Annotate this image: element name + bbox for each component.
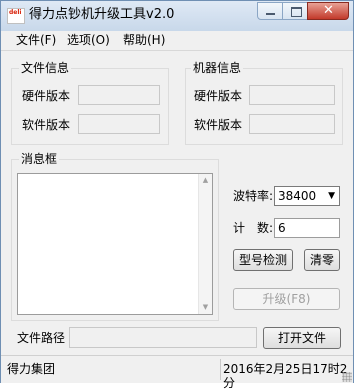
count-value: 6 (278, 221, 286, 235)
message-scrollbar[interactable]: ▲ ▼ (198, 174, 212, 314)
machine-software-field (249, 114, 335, 134)
message-title: 消息框 (19, 152, 60, 166)
minimize-icon (266, 13, 275, 15)
machine-hardware-label: 硬件版本 (194, 89, 243, 103)
baud-select[interactable]: 38400 ▼ (274, 186, 340, 206)
app-icon-text: deli (9, 9, 22, 16)
status-company: 得力集团 (7, 362, 56, 376)
scroll-down-icon[interactable]: ▼ (199, 301, 212, 314)
status-datetime: 2016年2月25日17时2分 (223, 362, 348, 390)
upgrade-button[interactable]: 升级(F8) (233, 288, 340, 310)
clear-button[interactable]: 清零 (304, 249, 340, 271)
baud-value: 38400 (278, 189, 317, 203)
machine-info-title: 机器信息 (191, 61, 244, 75)
scroll-up-icon[interactable]: ▲ (199, 174, 212, 187)
machine-software-label: 软件版本 (194, 118, 243, 132)
count-label: 计 数: (233, 221, 274, 235)
menu-options[interactable]: 选项(O) (67, 33, 110, 48)
file-software-label: 软件版本 (22, 118, 71, 132)
machine-hardware-field (249, 85, 335, 105)
file-hardware-field (78, 85, 160, 105)
window-title: 得力点钞机升级工具v2.0 (29, 7, 175, 22)
file-info-title: 文件信息 (19, 61, 72, 75)
app-icon: deli (7, 8, 25, 24)
chevron-down-icon[interactable]: ▼ (328, 190, 335, 202)
menu-bar: 文件(F) 选项(O) 帮助(H) (1, 31, 353, 51)
detect-model-button[interactable]: 型号检测 (233, 249, 293, 271)
main-window: deli 得力点钞机升级工具v2.0 ✕ 文件(F) 选项(O) 帮助(H) 文… (0, 0, 354, 390)
menu-help[interactable]: 帮助(H) (123, 33, 165, 48)
file-path-field (69, 327, 257, 348)
count-input[interactable]: 6 (274, 218, 340, 238)
minimize-button[interactable] (257, 2, 283, 20)
file-hardware-label: 硬件版本 (22, 89, 71, 103)
close-icon: ✕ (323, 3, 334, 18)
message-textarea[interactable]: ▲ ▼ (17, 173, 213, 315)
title-bar[interactable]: deli 得力点钞机升级工具v2.0 ✕ (1, 1, 353, 31)
close-button[interactable]: ✕ (307, 2, 349, 20)
file-software-field (78, 114, 160, 134)
resize-grip-icon[interactable] (342, 372, 352, 382)
open-file-button[interactable]: 打开文件 (263, 327, 341, 349)
status-divider (220, 359, 221, 380)
status-bar: 得力集团 2016年2月25日17时2分 (1, 355, 353, 390)
maximize-button[interactable] (282, 2, 308, 20)
menu-file[interactable]: 文件(F) (16, 33, 56, 48)
baud-label: 波特率: (233, 189, 274, 203)
file-path-label: 文件路径 (17, 331, 66, 345)
maximize-icon (291, 7, 302, 17)
